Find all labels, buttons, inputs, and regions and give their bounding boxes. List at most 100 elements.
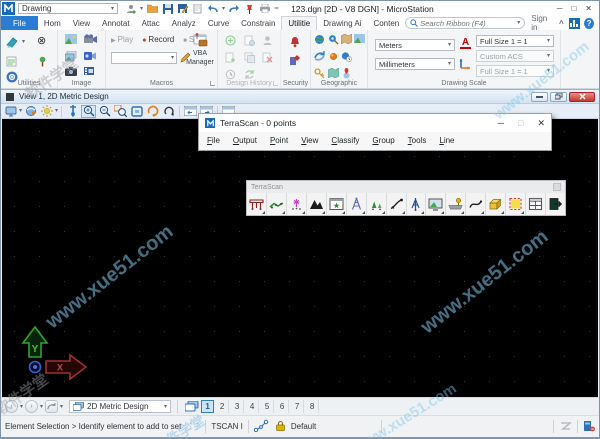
chevron-down-icon[interactable]: ▾ [22,39,25,45]
save-icon[interactable] [162,3,173,14]
redo-icon[interactable] [229,3,240,14]
tab-drawing-aids[interactable]: Drawing Ai [317,16,367,30]
close-tool-icon[interactable]: ⊗ [37,34,46,47]
draw-polyline-button[interactable] [466,193,486,215]
fit-view-button[interactable] [129,105,144,118]
terrascan-toolbox-titlebar[interactable]: TerraScan [247,181,565,193]
save-settings-icon[interactable] [177,3,188,14]
chevron-down-icon[interactable]: ▾ [19,108,22,114]
adjust-brightness-icon[interactable] [39,105,54,118]
classify-using-view-button[interactable] [327,193,347,215]
travel-path-button[interactable] [387,193,407,215]
geo-coordinate-icon[interactable] [314,34,325,45]
acs-scale-selector[interactable]: Full Size 1 = 1 ▾ [476,65,554,77]
chevron-down-icon[interactable]: ▾ [140,6,143,12]
tab-home[interactable]: Hom [38,16,67,30]
dialog-launcher-icon[interactable] [210,81,215,86]
snap-mode-icon[interactable] [254,419,270,434]
define-ground-button[interactable] [267,193,287,215]
minimize-button[interactable]: ─ [498,118,504,129]
menu-view[interactable]: View [301,136,318,145]
tab-curve[interactable]: Curve [202,16,235,30]
view-number-7[interactable]: 7 [291,400,304,413]
history-browse-icon[interactable] [244,35,255,46]
tab-utilities[interactable]: Utilitie [281,16,317,30]
tab-file[interactable]: File [1,16,38,30]
digital-signature-icon[interactable] [289,54,301,66]
units-selector[interactable]: Meters ▾ [375,39,455,51]
geo-locate-icon[interactable] [328,34,339,45]
tab-constraints[interactable]: Constrain [235,16,281,30]
chevron-down-icon[interactable]: ▾ [222,6,225,12]
view-number-6[interactable]: 6 [276,400,289,413]
draw-box-button[interactable] [486,193,506,215]
user-icon[interactable] [125,3,136,14]
menu-point[interactable]: Point [270,136,288,145]
undo-icon[interactable] [207,3,218,14]
tab-attach[interactable]: Attac [136,16,166,30]
open-file-icon[interactable] [147,3,158,14]
view-group-selector[interactable]: 2D Metric Design ▾ [69,400,171,413]
chevron-down-icon[interactable]: ▾ [20,404,23,410]
pin-icon[interactable] [244,3,255,14]
chevron-down-icon[interactable]: ▾ [60,404,63,410]
geo-time-icon[interactable] [341,51,352,62]
triangulate-surface-button[interactable] [307,193,327,215]
video-capture-icon[interactable] [84,67,96,77]
menu-output[interactable]: Output [233,136,257,145]
security-alert-icon[interactable] [289,36,301,48]
history-add-icon[interactable] [225,52,236,63]
read-points-button[interactable] [247,193,267,215]
view-minimize-button[interactable] [531,92,548,102]
maximize-button[interactable]: □ [518,118,523,129]
terrascan-dialog-titlebar[interactable]: TerraScan - 0 points ─ □ ✕ [199,114,551,132]
chevron-down-icon[interactable]: ▾ [55,108,58,114]
exit-terrascan-button[interactable] [546,193,565,215]
acs-selector[interactable]: Custom ACS ▾ [476,50,554,62]
history-revisions-icon[interactable] [244,52,255,63]
open-window-button[interactable] [526,193,546,215]
zoom-anchor-icon[interactable] [65,105,80,118]
output-points-button[interactable] [287,193,307,215]
dialog-launcher-icon[interactable] [273,81,278,86]
customize-qat-icon[interactable]: ≂ [274,6,279,12]
close-button[interactable]: ✕ [585,4,592,13]
geo-key-icon[interactable] [314,68,325,79]
record-movie-icon[interactable] [84,51,96,61]
view-number-3[interactable]: 3 [231,400,244,413]
geo-reproject-icon[interactable] [314,51,325,62]
view-attributes-icon[interactable] [3,105,18,118]
measure-elevation-button[interactable] [407,193,427,215]
view-number-1[interactable]: 1 [201,400,214,413]
view-number-5[interactable]: 5 [261,400,274,413]
view-close-button[interactable] [569,92,595,102]
view-number-2[interactable]: 2 [216,400,229,413]
commit-icon[interactable] [225,35,236,46]
menu-classify[interactable]: Classify [331,136,359,145]
history-refresh-icon[interactable] [244,69,255,80]
fence-points-button[interactable] [506,193,526,215]
view-restore-button[interactable] [550,92,567,102]
display-style-icon[interactable] [23,105,38,118]
toolbox-close-icon[interactable] [553,183,561,191]
zoom-window-button[interactable] [113,105,128,118]
tab-view[interactable]: View [67,16,96,30]
drawing-scale-selector[interactable]: Full Size 1 = 1 ▾ [476,35,554,47]
data-cleanup-icon[interactable] [5,35,20,50]
chevron-down-icon[interactable]: ▾ [517,20,520,26]
geo-terrain-icon[interactable] [328,68,339,78]
lock-icon[interactable] [275,420,286,433]
geo-map-icon[interactable] [341,34,352,44]
geo-sun-icon[interactable] [328,51,339,62]
change-tracking-icon[interactable] [559,421,572,433]
history-user-icon[interactable] [262,35,273,46]
pan-view-button[interactable] [161,105,176,118]
powerline-tools-button[interactable] [347,193,367,215]
back-button[interactable]: ‹ [5,400,18,413]
vegetation-tools-button[interactable] [367,193,387,215]
zoom-out-button[interactable] [97,105,112,118]
image-gallery-icon[interactable] [65,51,77,62]
print-preview-icon[interactable] [192,3,203,14]
design-canvas[interactable]: Y X [2,119,598,397]
history-delete-icon[interactable] [262,52,273,63]
